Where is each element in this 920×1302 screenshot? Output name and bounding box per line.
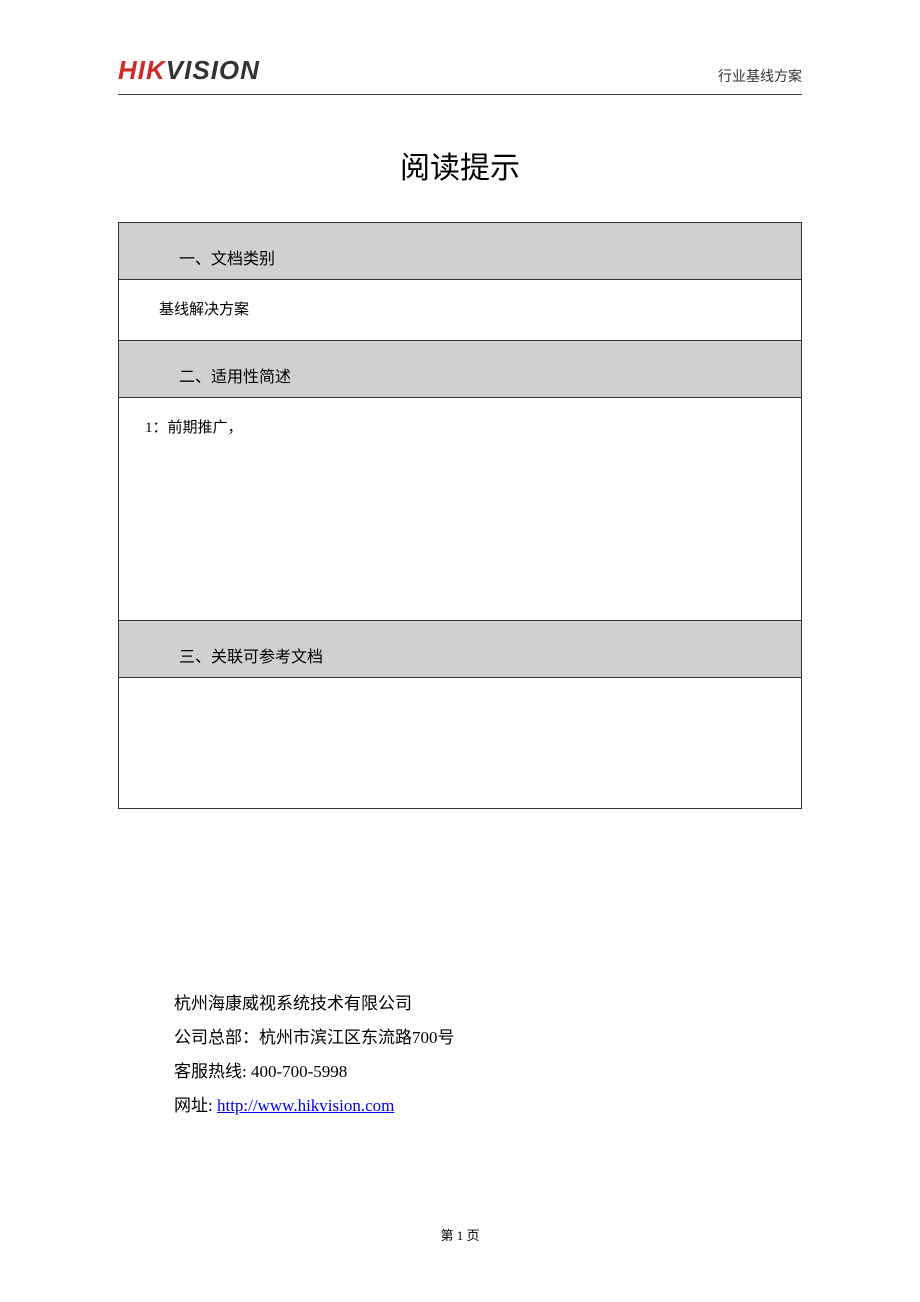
company-info: 杭州海康威视系统技术有限公司 公司总部：杭州市滨江区东流路700号 客服热线: … [174,987,802,1123]
hq-value: 杭州市滨江区东流路700号 [259,1028,455,1047]
page-number: 第 1 页 [0,1225,920,1244]
company-name: 杭州海康威视系统技术有限公司 [174,987,802,1021]
website-link[interactable]: http://www.hikvision.com [217,1096,394,1115]
logo-vision-text: VISION [166,55,260,85]
section-header-3: 三、关联可参考文档 [119,620,801,678]
info-table: 一、文档类别 基线解决方案 二、适用性简述 1：前期推广， 三、关联可参考文档 [118,222,802,809]
section-header-1: 一、文档类别 [119,223,801,280]
logo-hik-text: HIK [118,55,166,85]
hotline-value: 400-700-5998 [251,1062,347,1081]
page-title: 阅读提示 [118,143,802,187]
section-content-1: 基线解决方案 [119,280,801,340]
section-content-3 [119,678,801,808]
hq-label: 公司总部： [174,1028,259,1047]
document-page: HIKVISION 行业基线方案 阅读提示 一、文档类别 基线解决方案 二、适用… [0,0,920,1302]
section-header-2: 二、适用性简述 [119,340,801,398]
hotline-label: 客服热线: [174,1062,251,1081]
section-content-2: 1：前期推广， [119,398,801,620]
page-header: HIKVISION 行业基线方案 [118,55,802,95]
company-url: 网址: http://www.hikvision.com [174,1089,802,1123]
hikvision-logo: HIKVISION [118,55,260,86]
company-hq: 公司总部：杭州市滨江区东流路700号 [174,1021,802,1055]
company-hotline: 客服热线: 400-700-5998 [174,1055,802,1089]
header-right-text: 行业基线方案 [718,66,802,86]
url-label: 网址: [174,1096,217,1115]
